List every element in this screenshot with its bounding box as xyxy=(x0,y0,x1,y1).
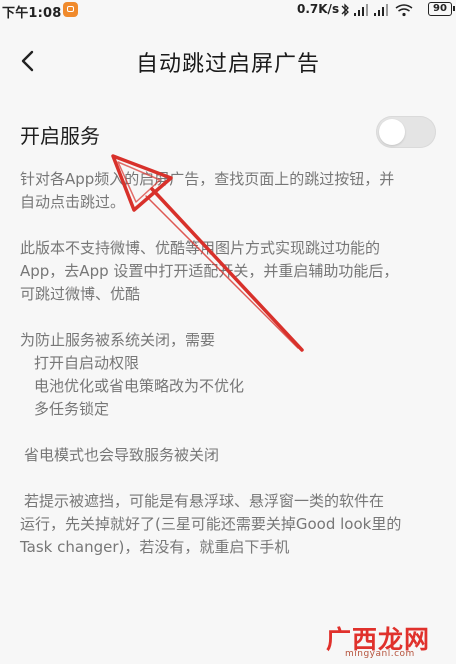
bluetooth-icon xyxy=(341,3,349,17)
desc-line: App，去App 设置中打开适配开关，并重启辅助功能后， xyxy=(20,262,399,280)
status-icons xyxy=(341,3,413,17)
desc-line: 自动点击跳过。 xyxy=(20,193,126,211)
desc-line: 针对各App频入的启屏广告，查找页面上的跳过按钮，并 xyxy=(20,170,395,188)
desc-line: 此版本不支持微博、优酷等用图片方式实现跳过功能的 xyxy=(20,239,381,257)
desc-line: 为防止服务被系统关闭，需要 xyxy=(20,331,216,349)
desc-list-item: 打开自启动权限 xyxy=(34,354,140,372)
toggle-knob xyxy=(379,119,405,145)
status-bar: 下午1:08 0.7K/s 90 xyxy=(0,0,456,22)
page-title: 自动跳过启屏广告 xyxy=(135,52,320,77)
signal-icon-2 xyxy=(374,4,388,16)
desc-line: 可跳过微博、优酷 xyxy=(20,285,141,303)
notification-app-icon xyxy=(63,2,78,17)
network-speed: 0.7K/s xyxy=(297,2,340,16)
watermark-url: mingyanl.com xyxy=(345,649,415,659)
desc-list-item: 多任务锁定 xyxy=(34,400,110,418)
wifi-icon xyxy=(395,4,413,17)
service-toggle[interactable] xyxy=(376,116,436,148)
signal-icon-1 xyxy=(354,4,368,16)
desc-line: Task changer)，若没有，就重启下手机 xyxy=(20,538,290,556)
status-time: 下午1:08 xyxy=(2,6,62,21)
service-label: 开启服务 xyxy=(20,124,100,148)
desc-list-item: 电池优化或省电策略改为不优化 xyxy=(34,377,245,395)
service-description: 针对各App频入的启屏广告，查找页面上的跳过按钮，并 自动点击跳过。 此版本不支… xyxy=(20,168,440,559)
desc-line: 省电模式也会导致服务被关闭 xyxy=(24,446,220,464)
desc-line: 运行，先关掉就好了(三星可能还需要关掉Good look里的 xyxy=(20,515,402,533)
battery-icon: 90 xyxy=(428,2,455,16)
desc-line: 若提示被遮挡，可能是有悬浮球、悬浮窗一类的软件在 xyxy=(24,492,385,510)
